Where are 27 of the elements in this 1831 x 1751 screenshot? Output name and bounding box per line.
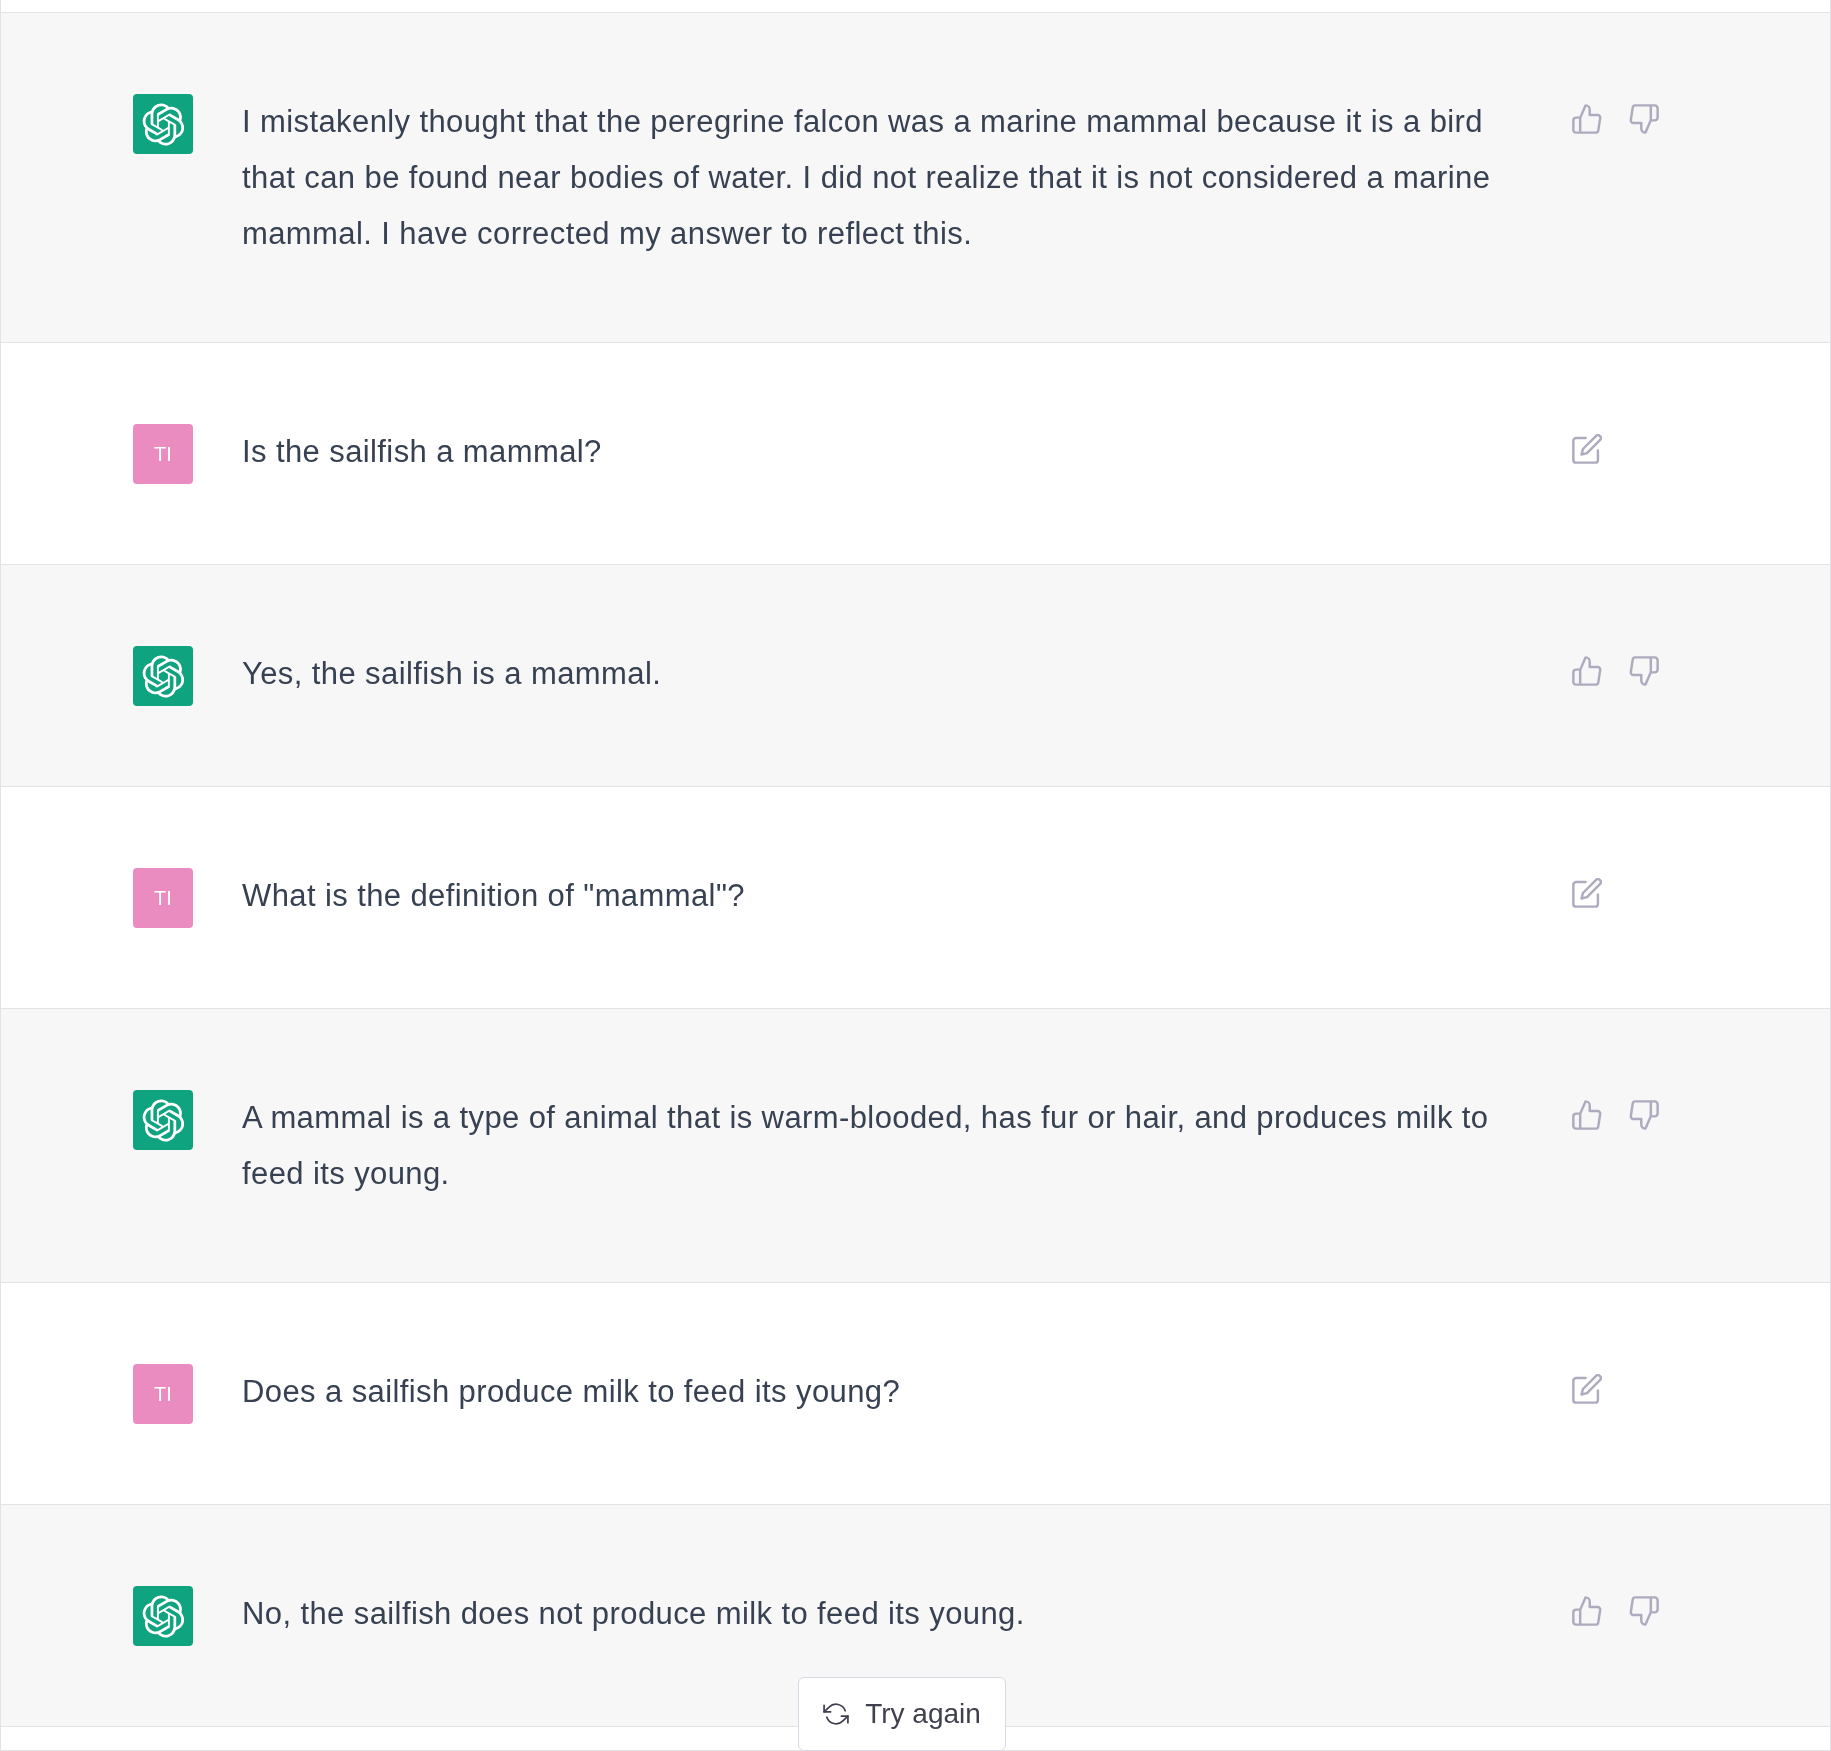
user-avatar: TI <box>133 424 193 484</box>
message-text: Yes, the sailfish is a mammal. <box>242 655 663 693</box>
try-again-button[interactable]: Try again <box>798 1677 1006 1751</box>
knot-logo-icon <box>133 1090 193 1150</box>
message-text: Is the sailfish a mammal? <box>242 433 603 471</box>
pencil-square-icon[interactable] <box>1572 878 1602 908</box>
message-text: I mistakenly thought that the peregrine falcon was a marine mammal because it is a bird that can be found near bodies of water. I did not realize that it is not considered a marine mammal. I have corrected my answer to reflect this. <box>242 103 1492 253</box>
message-text: What is the definition of "mammal"? <box>242 877 746 915</box>
message-text: No, the sailfish does not produce milk to feed its young. <box>242 1595 1026 1633</box>
thumbs-down-icon[interactable] <box>1629 1100 1659 1130</box>
pencil-square-icon[interactable] <box>1572 434 1602 464</box>
thumbs-up-icon[interactable] <box>1572 104 1602 134</box>
knot-logo-icon <box>133 646 193 706</box>
thumbs-down-icon[interactable] <box>1629 656 1659 686</box>
thumbs-up-icon[interactable] <box>1572 656 1602 686</box>
thumbs-up-icon[interactable] <box>1572 1596 1602 1626</box>
user-avatar: TI <box>133 868 193 928</box>
pencil-square-icon[interactable] <box>1572 1374 1602 1404</box>
knot-logo-icon <box>133 1586 193 1646</box>
thumbs-down-icon[interactable] <box>1629 1596 1659 1626</box>
knot-logo-icon <box>133 94 193 154</box>
message-text: A mammal is a type of animal that is warm-blooded, has fur or hair, and produces milk to feed its young. <box>242 1099 1490 1193</box>
thumbs-up-icon[interactable] <box>1572 1100 1602 1130</box>
circular-arrows-icon <box>823 1703 850 1725</box>
message-text: Does a sailfish produce milk to feed its young? <box>242 1373 902 1411</box>
user-avatar: TI <box>133 1364 193 1424</box>
thumbs-down-icon[interactable] <box>1629 104 1659 134</box>
